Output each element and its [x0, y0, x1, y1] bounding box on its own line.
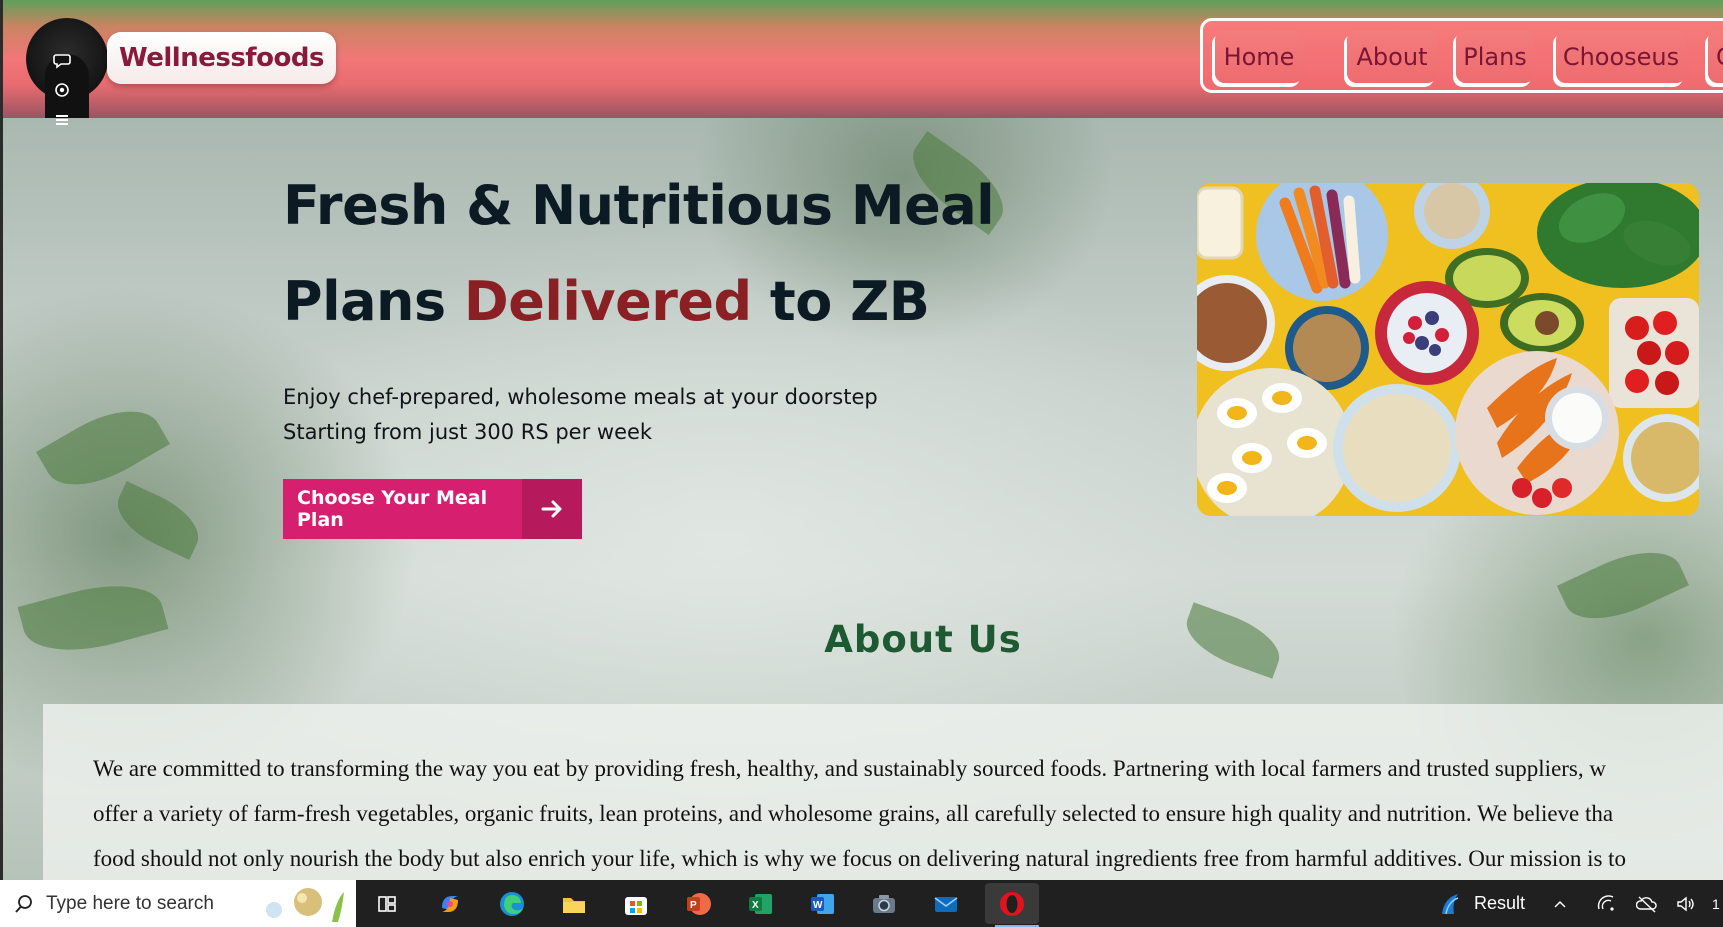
- mail-icon[interactable]: [928, 886, 964, 922]
- about-panel: We are committed to transforming the way…: [43, 704, 1723, 880]
- camera-icon[interactable]: [866, 886, 902, 922]
- hero-title-line2-start: Plans: [283, 270, 464, 333]
- wifi-icon[interactable]: [1594, 886, 1618, 922]
- text-cursor: [643, 210, 645, 228]
- svg-text:W: W: [813, 900, 823, 911]
- site-header: Wellnessfoods Home About Plans Chooseus …: [3, 0, 1723, 162]
- excel-icon[interactable]: X: [742, 886, 778, 922]
- hero-section: Fresh & Nutritious Meal Plans Delivered …: [3, 118, 1723, 880]
- hero-title: Fresh & Nutritious Meal Plans Delivered …: [283, 158, 1003, 350]
- file-explorer-icon[interactable]: [556, 886, 592, 922]
- meal-bowls-image: [1197, 183, 1699, 516]
- dock-icons: [40, 48, 84, 148]
- choose-meal-plan-button[interactable]: Choose Your Meal Plan: [283, 479, 582, 539]
- hero-title-accent: Delivered: [463, 270, 752, 333]
- about-paragraph: We are committed to transforming the way…: [93, 756, 1627, 871]
- clock-partial[interactable]: 1: [1712, 896, 1720, 912]
- eye-icon[interactable]: [50, 78, 74, 102]
- edge-icon[interactable]: [494, 886, 530, 922]
- chevron-up-icon[interactable]: [1548, 886, 1572, 922]
- nav-choose-us[interactable]: Chooseus: [1556, 30, 1686, 83]
- svg-text:X: X: [752, 900, 759, 911]
- cta-label: Choose Your Meal Plan: [297, 487, 488, 531]
- about-heading: About Us: [824, 618, 1022, 661]
- microsoft-store-icon[interactable]: [618, 886, 654, 922]
- nav-home[interactable]: Home: [1215, 30, 1303, 83]
- menu-icon[interactable]: [50, 108, 74, 132]
- copilot-icon[interactable]: [432, 886, 468, 922]
- volume-icon[interactable]: [1672, 886, 1698, 922]
- opera-icon[interactable]: [985, 883, 1039, 927]
- onedrive-offline-icon[interactable]: [1634, 886, 1660, 922]
- powerpoint-icon[interactable]: P: [680, 886, 716, 922]
- search-icon: [12, 892, 36, 916]
- svg-text:P: P: [690, 900, 697, 911]
- main-nav: Home About Plans Chooseus C: [1200, 18, 1723, 93]
- leaf-decoration: [107, 481, 209, 560]
- windows-taskbar: Type here to search P X W Result 1: [0, 880, 1723, 927]
- taskbar-search[interactable]: Type here to search: [0, 880, 356, 927]
- nav-about[interactable]: About: [1347, 30, 1437, 83]
- search-placeholder: Type here to search: [46, 892, 214, 914]
- leaf-decoration: [36, 392, 170, 504]
- chat-icon[interactable]: [50, 48, 74, 72]
- weather-widget-icon[interactable]: [1432, 886, 1468, 922]
- word-icon[interactable]: W: [804, 886, 840, 922]
- nav-plans[interactable]: Plans: [1456, 30, 1534, 83]
- hero-title-line1: Fresh & Nutritious Meal: [283, 174, 995, 237]
- search-highlight-art: [266, 888, 344, 922]
- hero-subtitle: Enjoy chef-prepared, wholesome meals at …: [283, 380, 983, 450]
- tray-result-label[interactable]: Result: [1474, 893, 1525, 914]
- brand-name: Wellnessfoods: [119, 43, 324, 73]
- arrow-right-icon: [522, 479, 582, 539]
- task-view-icon[interactable]: [369, 886, 405, 922]
- brand-logo[interactable]: Wellnessfoods: [107, 32, 336, 84]
- nav-contact[interactable]: C: [1708, 30, 1723, 83]
- hero-title-line2-end: to ZB: [751, 270, 930, 333]
- hero-subtitle-line1: Enjoy chef-prepared, wholesome meals at …: [283, 385, 878, 409]
- hero-subtitle-line2: Starting from just 300 RS per week: [283, 420, 653, 444]
